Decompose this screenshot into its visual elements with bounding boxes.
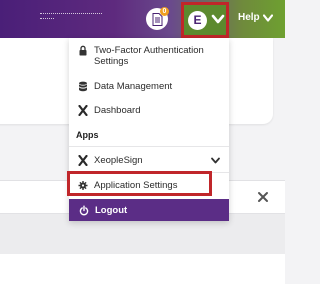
menu-item-label: Two-Factor Authentication Settings <box>94 45 204 67</box>
menu-item-application-settings[interactable]: Application Settings <box>69 180 229 191</box>
user-dropdown-menu: Two-Factor Authentication Settings Data … <box>67 38 229 221</box>
help-label: Help <box>238 12 260 23</box>
menu-item-two-factor[interactable]: Two-Factor Authentication Settings <box>69 45 229 67</box>
menu-item-label: XeopleSign <box>94 155 143 166</box>
menu-item-label: Dashboard <box>94 105 141 116</box>
lock-icon <box>78 45 88 56</box>
logout-label: Logout <box>95 204 128 216</box>
close-icon[interactable] <box>257 191 269 203</box>
menu-item-xeoplesign[interactable]: XeopleSign <box>69 155 229 166</box>
user-menu-button[interactable]: E <box>181 2 229 38</box>
logout-button[interactable]: Logout <box>69 199 229 221</box>
header-decoration <box>40 18 54 20</box>
apps-heading: Apps <box>76 130 99 140</box>
menu-divider <box>69 146 229 147</box>
menu-item-label: Data Management <box>94 81 173 92</box>
content-card <box>0 213 285 284</box>
chevron-down-icon <box>211 14 225 24</box>
menu-item-label: Application Settings <box>94 180 178 191</box>
notification-badge: 0 <box>160 7 169 16</box>
menu-item-data-management[interactable]: Data Management <box>69 81 229 92</box>
power-icon <box>79 205 89 216</box>
database-icon <box>78 81 88 92</box>
help-menu[interactable]: Help <box>238 12 273 23</box>
menu-item-dashboard[interactable]: Dashboard <box>69 105 229 116</box>
top-header-bar: 0 E Help <box>0 0 285 38</box>
chevron-down-icon <box>211 157 220 164</box>
chevron-down-icon <box>262 13 273 22</box>
x-logo-icon <box>78 105 88 116</box>
x-logo-icon <box>78 155 88 166</box>
header-decoration <box>40 13 102 15</box>
avatar: E <box>188 11 207 30</box>
menu-divider <box>69 172 229 173</box>
gear-icon <box>78 180 88 191</box>
